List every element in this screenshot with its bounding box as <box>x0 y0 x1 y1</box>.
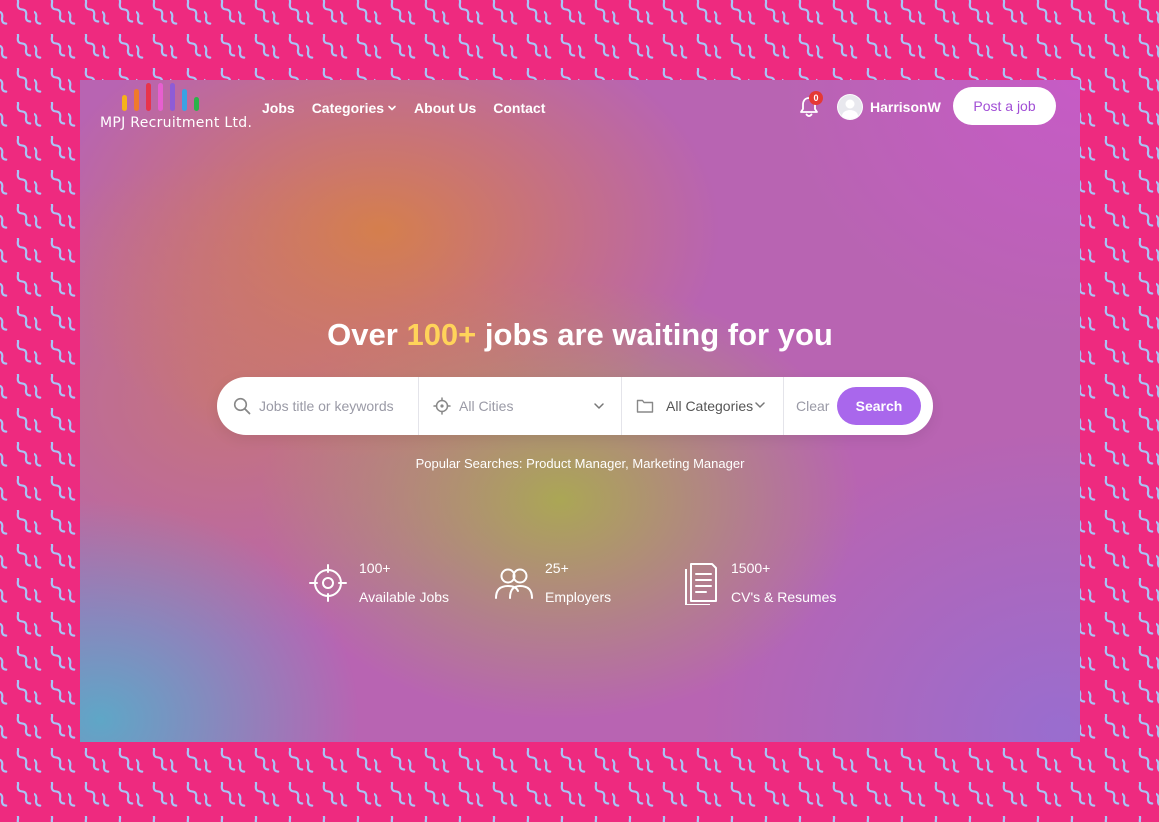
popular-search-link[interactable]: Product Manager, <box>526 456 629 471</box>
job-search-bar: All Cities All Categories Clear Search <box>217 377 933 435</box>
avatar <box>837 94 863 120</box>
user-silhouette-icon <box>842 99 858 119</box>
stat-label: Employers <box>545 589 612 605</box>
popular-searches: Popular Searches: Product Manager, Marke… <box>80 456 1080 471</box>
post-a-job-button[interactable]: Post a job <box>953 87 1056 125</box>
keyword-field[interactable] <box>233 377 413 435</box>
nav-item-label: Jobs <box>262 100 295 116</box>
hero-section: MPJ Recruitment Ltd. Jobs Categories Abo… <box>80 80 1080 742</box>
nav-item-jobs[interactable]: Jobs <box>262 100 295 116</box>
chevron-down-icon <box>594 403 604 409</box>
field-divider <box>621 377 622 435</box>
city-select[interactable]: All Cities <box>433 377 605 435</box>
stat-value: 1500+ <box>731 560 771 576</box>
field-divider <box>418 377 419 435</box>
city-select-value: All Cities <box>459 398 514 414</box>
category-select-value: All Categories <box>666 398 754 414</box>
brand-name: MPJ Recruitment Ltd. <box>100 115 253 131</box>
user-menu[interactable]: HarrisonW <box>837 94 941 120</box>
keyword-search-input[interactable] <box>259 398 409 414</box>
headline-suffix: jobs are waiting for you <box>484 317 833 352</box>
stat-label: CV's & Resumes <box>731 589 837 605</box>
document-icon <box>685 563 717 605</box>
logo-bar <box>134 89 139 111</box>
clear-button[interactable]: Clear <box>796 398 829 414</box>
logo-bar <box>122 95 127 111</box>
logo-bar <box>146 83 151 111</box>
location-target-icon <box>433 397 451 415</box>
logo-bar <box>158 83 163 111</box>
users-icon <box>495 568 533 599</box>
folder-icon <box>636 399 654 413</box>
popular-search-link[interactable]: Marketing Manager <box>632 456 744 471</box>
nav-item-label: Categories <box>311 100 385 116</box>
logo-bars-icon <box>122 81 212 111</box>
chevron-down-icon <box>388 105 396 111</box>
main-nav: Jobs Categories About Us Contact <box>262 98 562 118</box>
notification-count-badge: 0 <box>809 91 823 105</box>
nav-item-about-us[interactable]: About Us <box>414 100 476 116</box>
category-select[interactable]: All Categories <box>636 377 766 435</box>
headline-accent: 100+ <box>406 317 477 352</box>
popular-searches-label: Popular Searches: <box>415 456 523 471</box>
clear-filters[interactable]: Clear <box>796 377 829 435</box>
nav-item-contact[interactable]: Contact <box>493 100 545 116</box>
search-button[interactable]: Search <box>837 387 921 425</box>
logo-bar <box>194 97 199 111</box>
headline-prefix: Over <box>327 317 398 352</box>
nav-item-label: Contact <box>493 100 546 116</box>
page-headline: Over 100+ jobs are waiting for you <box>80 317 1080 353</box>
brand-logo[interactable]: MPJ Recruitment Ltd. <box>100 80 252 136</box>
stat-label: Available Jobs <box>359 589 450 605</box>
stat-value: 100+ <box>359 560 391 576</box>
search-icon <box>233 397 251 415</box>
logo-bar <box>170 83 175 111</box>
crosshair-icon <box>309 564 347 602</box>
nav-item-categories[interactable]: Categories <box>312 100 397 116</box>
nav-item-label: About Us <box>414 100 477 116</box>
user-name: HarrisonW <box>870 99 941 115</box>
logo-bar <box>182 89 187 111</box>
stat-value: 25+ <box>545 560 569 576</box>
chevron-down-icon <box>755 402 765 408</box>
field-divider <box>783 377 784 435</box>
